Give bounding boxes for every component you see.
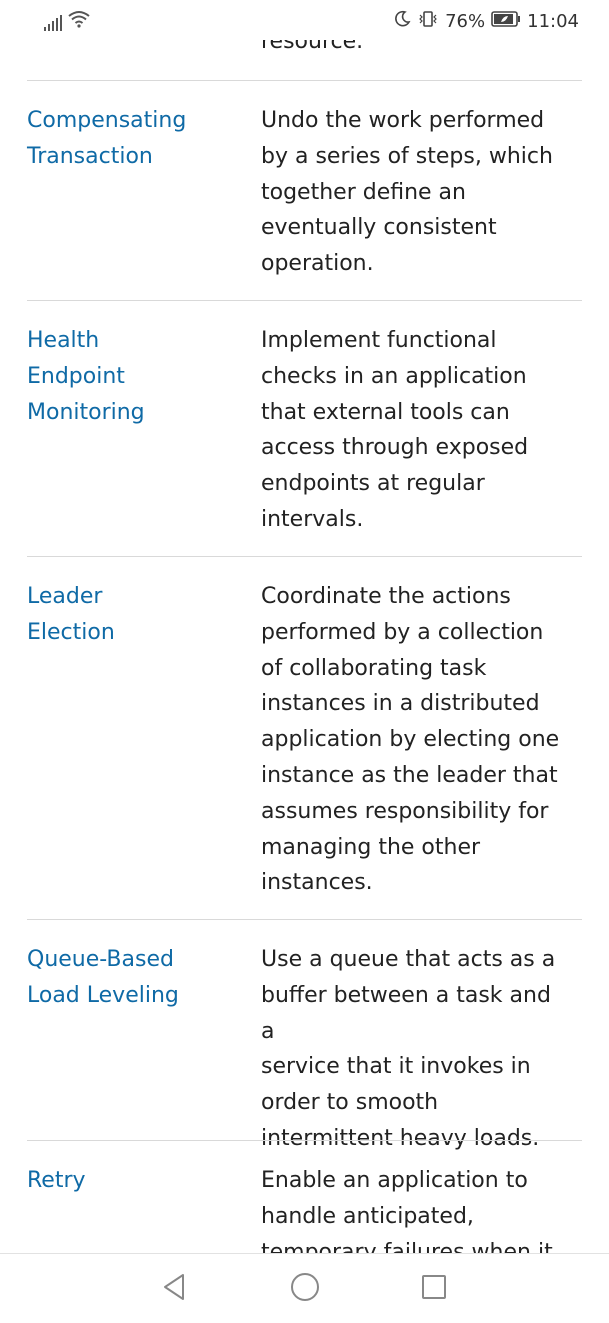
navigation-bar: [0, 1253, 609, 1323]
pattern-description: Undo the work performed by a series of s…: [261, 108, 553, 277]
pattern-link-compensating-transaction[interactable]: Compensating Transaction: [27, 103, 207, 175]
pattern-description: Coordinate the actions performed by a co…: [261, 584, 560, 896]
pattern-link-health-endpoint-monitoring[interactable]: Health Endpoint Monitoring: [27, 323, 207, 431]
table-row-divider: [27, 556, 582, 557]
pattern-link-queue-based-load-leveling[interactable]: Queue-Based Load Leveling: [27, 942, 207, 1014]
battery-percent: 76%: [445, 11, 486, 32]
back-button[interactable]: [156, 1271, 192, 1307]
moon-icon: [393, 10, 411, 33]
pattern-description: Enable an application to handle anticipa…: [261, 1168, 553, 1253]
table-row-divider: [27, 300, 582, 301]
back-icon: [161, 1272, 187, 1306]
pattern-link-retry[interactable]: Retry: [27, 1163, 207, 1199]
table-row-divider: [27, 919, 582, 920]
wifi-icon: [68, 10, 90, 33]
battery-icon: [491, 11, 521, 32]
pattern-link-leader-election[interactable]: Leader Election: [27, 579, 207, 651]
screen: resource. Compensating Transaction Undo …: [0, 0, 609, 1323]
vibrate-icon: [417, 10, 439, 33]
recents-icon: [420, 1273, 448, 1305]
home-button[interactable]: [287, 1271, 323, 1307]
table-row-divider: [27, 80, 582, 81]
clock-time: 11:04: [527, 11, 579, 32]
recents-button[interactable]: [416, 1271, 452, 1307]
table-row-divider: [27, 1140, 582, 1141]
pattern-description: Use a queue that acts as a buffer betwee…: [261, 947, 556, 1151]
home-icon: [290, 1272, 320, 1306]
content-area: resource. Compensating Transaction Undo …: [0, 0, 609, 1253]
signal-icon: [44, 13, 62, 31]
status-bar: 76% 11:04: [0, 0, 609, 40]
pattern-description: Implement functional checks in an applic…: [261, 328, 529, 532]
